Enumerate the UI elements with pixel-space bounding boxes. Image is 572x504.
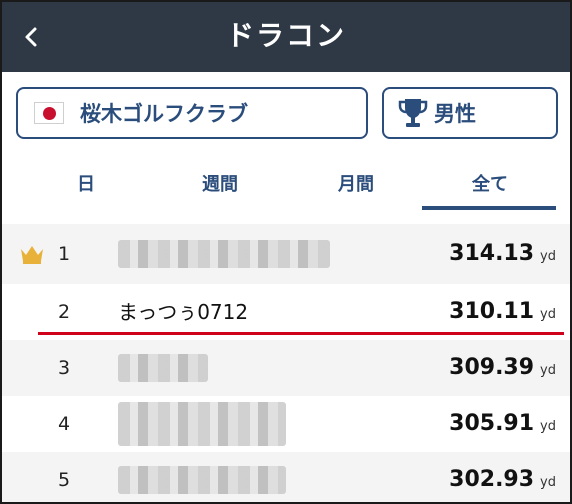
rank-number: 1 [58, 243, 71, 265]
leaderboard-row[interactable]: 5 302.93 yd [2, 452, 570, 502]
highlight-underline [38, 332, 564, 335]
blurred-player-name [118, 240, 330, 268]
crown-icon [21, 246, 43, 264]
club-select-button[interactable]: 桜木ゴルフクラブ [16, 87, 368, 139]
japan-flag-icon [34, 102, 64, 124]
score: 305.91 yd [449, 396, 556, 452]
trophy-icon [398, 99, 428, 127]
leaderboard-row[interactable]: 1 314.13 yd [2, 226, 570, 282]
score-unit: yd [540, 249, 556, 264]
score-value: 302.93 [449, 467, 535, 492]
leaderboard-row[interactable]: 3 309.39 yd [2, 340, 570, 396]
score-value: 309.39 [449, 355, 535, 380]
tab-day[interactable]: 日 [44, 167, 128, 211]
gender-label: 男性 [434, 102, 476, 126]
blurred-player-name [118, 402, 286, 446]
score: 314.13 yd [449, 226, 556, 282]
club-label: 桜木ゴルフクラブ [80, 102, 248, 126]
app-header: ドラコン [2, 2, 570, 72]
rank-number: 3 [58, 357, 71, 379]
rank-number: 4 [58, 413, 71, 435]
score-value: 310.11 [449, 299, 535, 324]
score-unit: yd [540, 307, 556, 322]
leaderboard-row[interactable]: 4 305.91 yd [2, 396, 570, 452]
blurred-player-name [118, 466, 286, 494]
tab-all[interactable]: 全て [448, 167, 532, 211]
rank-number: 5 [58, 469, 71, 491]
blurred-player-name [118, 354, 208, 382]
tab-week[interactable]: 週間 [178, 167, 262, 211]
page-title: ドラコン [225, 19, 346, 52]
tab-month[interactable]: 月間 [314, 167, 398, 211]
app-frame: ドラコン 桜木ゴルフクラブ 男性 日 週間 月間 全て 1 314.13 yd … [0, 0, 572, 504]
leaderboard-list: 1 314.13 yd 2 まっつぅ0712 310.11 yd 3 309.39 y… [2, 224, 570, 502]
score-value: 305.91 [449, 411, 535, 436]
gender-select-button[interactable]: 男性 [382, 87, 558, 139]
score-unit: yd [540, 363, 556, 378]
score: 309.39 yd [449, 340, 556, 396]
score: 302.93 yd [449, 452, 556, 502]
score-unit: yd [540, 419, 556, 434]
active-tab-indicator [422, 206, 556, 210]
score-unit: yd [540, 475, 556, 490]
period-tabs: 日 週間 月間 全て [2, 167, 570, 211]
filter-panel: 桜木ゴルフクラブ 男性 日 週間 月間 全て [2, 72, 570, 224]
score-value: 314.13 [449, 241, 535, 266]
